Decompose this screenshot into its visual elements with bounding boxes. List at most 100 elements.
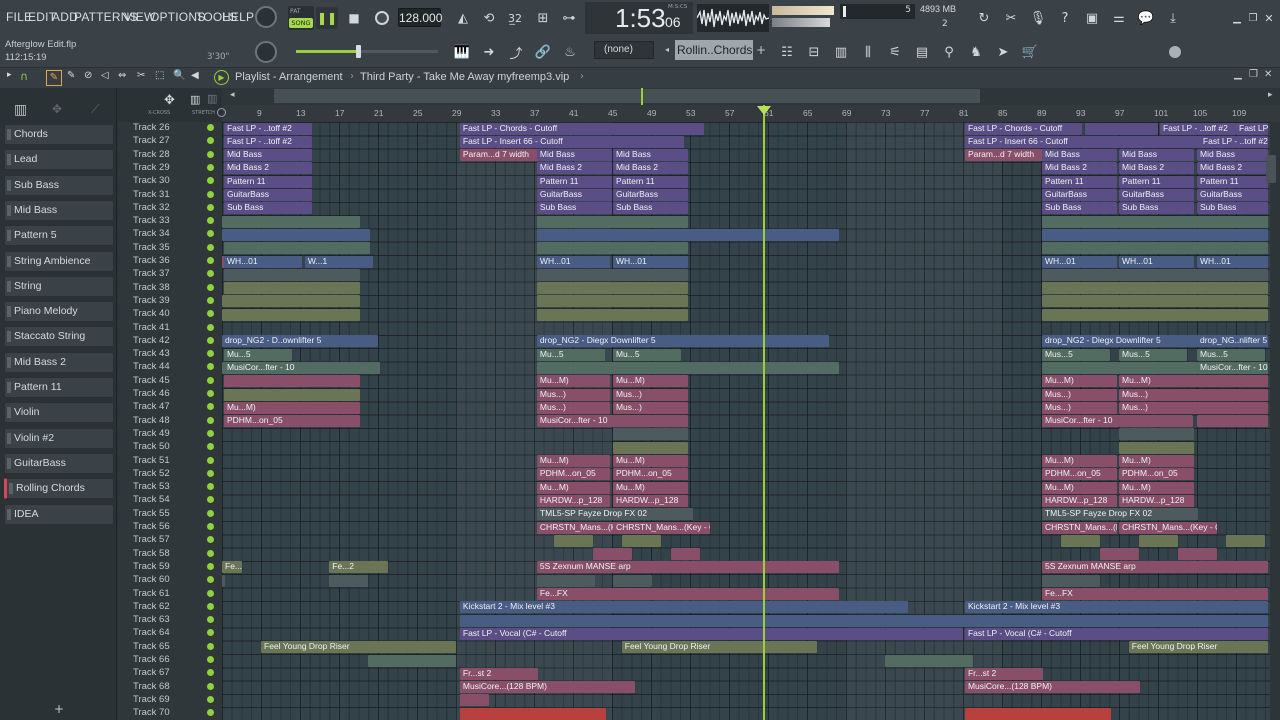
track-name[interactable]: Track 28 (133, 148, 197, 161)
track-name[interactable]: Track 40 (133, 307, 197, 320)
playlist-clip[interactable] (1041, 215, 1268, 228)
online-button[interactable]: ↻ (973, 7, 995, 29)
mixer-button[interactable]: ⚌ (1108, 7, 1130, 29)
playlist-clip[interactable]: GuitarBass (536, 189, 612, 201)
track-mute-led[interactable] (207, 429, 214, 437)
piano-icon[interactable]: ▥ (14, 102, 27, 118)
playlist-clip[interactable] (536, 308, 689, 321)
master-volume-handle[interactable] (356, 45, 361, 58)
playlist-clip[interactable] (670, 548, 700, 561)
cut-tool-button[interactable]: ✂ (1000, 7, 1022, 29)
playlist-clip[interactable]: PDHM...on_05 (223, 415, 361, 428)
track-mute-led[interactable] (207, 257, 214, 264)
playlist-clip[interactable] (459, 614, 909, 627)
playlist-clip[interactable]: Fast LP - Insert 66 - Cutoff (459, 135, 685, 148)
playlist-clip[interactable]: HARDW...p_128 (1119, 494, 1195, 507)
playlist-clip[interactable]: Pattern 11 (1119, 175, 1195, 188)
stamp-button[interactable]: ♨ (559, 41, 581, 63)
playlist-clip[interactable]: PDHM...on_05 (1041, 468, 1118, 481)
track-name[interactable]: Track 67 (133, 666, 197, 679)
track-name[interactable]: Track 41 (133, 321, 197, 334)
pattern-item[interactable]: Piano Melody (4, 301, 114, 323)
pattern-item[interactable]: IDEA (4, 503, 114, 525)
track-mute-led[interactable] (207, 416, 214, 424)
playlist-clip[interactable]: Mid Bass (536, 149, 612, 162)
help-button[interactable]: ? (1054, 7, 1076, 29)
stop-button[interactable]: ■ (343, 7, 365, 29)
playlist-clip[interactable]: Feel Young Drop Riser (1128, 641, 1268, 654)
playlist-clip[interactable] (1177, 548, 1217, 561)
track-name[interactable]: Track 37 (133, 267, 197, 280)
playlist-clip[interactable]: WH...01 (1197, 255, 1268, 268)
track-name[interactable]: Track 47 (133, 400, 197, 413)
playlist-clip[interactable]: Fast LP - Chords - Cutoff (459, 122, 704, 135)
track-name[interactable]: Track 59 (133, 560, 197, 573)
record-audio-button[interactable]: 🎙 (1027, 7, 1049, 29)
playlist-clip[interactable]: CHRSTN_Mans...(Key - C) (1119, 521, 1217, 534)
playlist-clip[interactable]: Mu...M) (1119, 375, 1268, 388)
blend-notes-button[interactable]: ⊶ (558, 7, 580, 29)
track-name[interactable]: Track 34 (133, 227, 197, 240)
playlist-clip[interactable]: Mu...M) (1041, 481, 1118, 494)
render-button[interactable]: ➤ (992, 41, 1014, 63)
playlist-clip[interactable]: Fast LP - ..toff #2 (1159, 122, 1236, 135)
playlist-clip[interactable] (1197, 415, 1268, 428)
playlist-clip[interactable]: Pattern 11 (1197, 175, 1268, 188)
add-pattern-button[interactable]: + (54, 702, 64, 716)
draw-tool-button[interactable]: ✎ (46, 70, 62, 86)
track-name[interactable]: Track 58 (133, 547, 197, 560)
arrow-button[interactable]: ➜ (478, 41, 500, 63)
playlist-clip[interactable]: Mus...) (536, 401, 611, 414)
track-name[interactable]: Track 46 (133, 387, 197, 400)
playlist-clip[interactable]: Feel Young Drop Riser (261, 641, 456, 654)
playlist-clip[interactable] (223, 375, 361, 388)
track-name[interactable]: Track 36 (133, 254, 197, 267)
playlist-clip[interactable]: W...1 (304, 255, 374, 268)
slip-tool-icon[interactable]: ⇔ (118, 70, 126, 81)
playlist-clip[interactable] (885, 654, 973, 667)
playlist-clip[interactable] (1138, 534, 1178, 547)
playlist-clip[interactable]: drop_NG2 - D..ownlifter 5 (222, 335, 378, 348)
pause-button[interactable]: ❚❚ (316, 7, 338, 29)
move-handle-icon[interactable]: ✥ (164, 93, 175, 108)
playlist-clip[interactable]: Mid Bass (223, 149, 312, 162)
track-name[interactable]: Track 49 (133, 427, 197, 440)
prev-pattern-icon[interactable]: ◂ (665, 41, 673, 59)
track-name[interactable]: Track 27 (133, 134, 197, 147)
track-mute-led[interactable] (207, 376, 214, 384)
playlist-clip[interactable]: Mus...5 (1197, 348, 1266, 361)
master-pitch-knob[interactable] (255, 41, 277, 63)
pattern-item[interactable]: Violin (4, 402, 114, 424)
delete-tool-icon[interactable]: ⊘ (84, 70, 92, 81)
track-name[interactable]: Track 51 (133, 454, 197, 467)
playlist-clip[interactable]: drop_NG2 - Diegx Downlifter 5 (536, 335, 830, 348)
playlist-clip[interactable]: WH...01 (1119, 255, 1195, 268)
pattern-item[interactable]: Violin #2 (4, 427, 114, 449)
playlist-clip[interactable]: Mu...M) (536, 481, 611, 494)
track-name[interactable]: Track 48 (133, 414, 197, 427)
playlist-clip[interactable]: Mu...M) (536, 375, 611, 388)
playlist-clip[interactable]: MusiCor...fter - 10 (223, 361, 380, 374)
playlist-clip[interactable]: MusiCor...fter - 10 (1197, 361, 1268, 374)
playlist-clip[interactable]: PDHM...on_05 (612, 468, 689, 481)
playlist-clip[interactable]: Sub Bass (1041, 202, 1118, 215)
playlist-minimize-icon[interactable]: ▁ (1234, 69, 1242, 80)
playlist-clip[interactable]: Fast LP - Chords - Cutoff (964, 122, 1082, 135)
playlist-view-button[interactable]: ☷ (776, 41, 798, 63)
track-name[interactable]: Track 70 (133, 706, 197, 719)
playlist-clip[interactable] (1119, 428, 1195, 441)
track-mute-led[interactable] (207, 682, 214, 690)
playlist-clip[interactable]: Mus...) (536, 388, 611, 401)
track-name[interactable]: Track 32 (133, 201, 197, 214)
playlist-clip[interactable] (1226, 534, 1266, 547)
time-display[interactable]: 1:53 06 M:S:CS (585, 2, 693, 34)
track-mute-led[interactable] (207, 602, 214, 610)
playlist-clip[interactable]: Param...d 7 width (964, 149, 1043, 162)
track-name[interactable]: Track 54 (133, 493, 197, 506)
track-mute-led[interactable] (207, 336, 214, 344)
playlist-clip[interactable] (1041, 242, 1268, 255)
playlist-clip[interactable]: CHRSTN_Mans...(K (1041, 521, 1118, 534)
playlist-clip[interactable]: Mu...M) (1119, 481, 1195, 494)
track-name[interactable]: Track 35 (133, 241, 197, 254)
playlist-clip[interactable]: Sub Bass (1197, 202, 1268, 215)
